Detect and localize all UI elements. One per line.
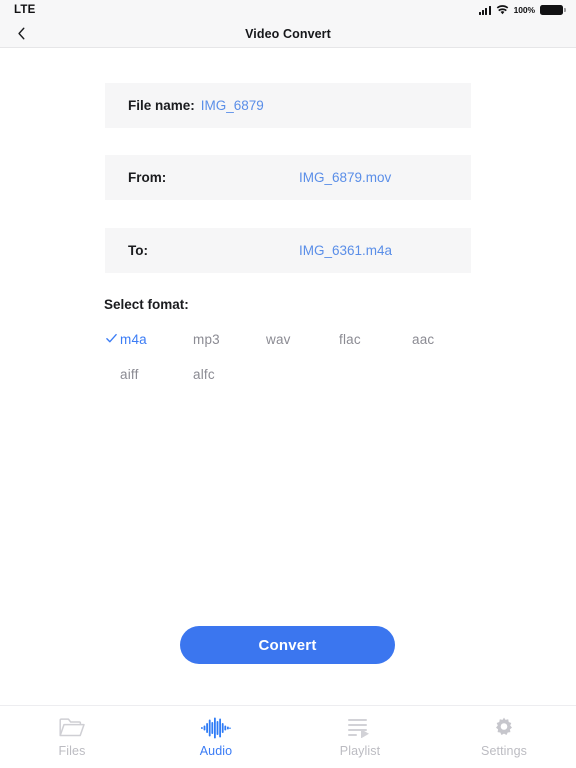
- convert-button[interactable]: Convert: [180, 626, 395, 664]
- folder-icon: [59, 717, 85, 739]
- tab-settings[interactable]: Settings: [432, 706, 576, 768]
- source-file-label: From:: [128, 170, 167, 185]
- format-option-aiff[interactable]: aiff: [120, 367, 193, 382]
- select-format-label: Select fomat:: [104, 297, 189, 312]
- tab-playlist[interactable]: Playlist: [288, 706, 432, 768]
- format-option-alfc[interactable]: alfc: [193, 367, 266, 382]
- page-title: Video Convert: [245, 26, 331, 41]
- format-option-m4a[interactable]: m4a: [106, 332, 193, 347]
- tab-label: Settings: [481, 743, 527, 758]
- status-bar: LTE 100%: [0, 0, 576, 20]
- format-option-label: wav: [266, 332, 291, 347]
- format-option-wav[interactable]: wav: [266, 332, 339, 347]
- format-options-grid: m4a mp3 wav flac aac aiff alfc: [106, 332, 480, 382]
- cellular-signal-icon: [479, 5, 491, 15]
- navigation-bar: Video Convert: [0, 20, 576, 48]
- target-file-value: IMG_6361.m4a: [299, 243, 393, 258]
- format-option-label: mp3: [193, 332, 220, 347]
- tab-label: Files: [58, 743, 86, 758]
- file-name-value: IMG_6879: [200, 98, 264, 113]
- format-option-label: aiff: [120, 367, 139, 382]
- battery-full-icon: [540, 4, 566, 16]
- tab-files[interactable]: Files: [0, 706, 144, 768]
- target-file-row: To: IMG_6361.m4a: [105, 228, 471, 273]
- check-icon: [106, 333, 117, 343]
- format-option-flac[interactable]: flac: [339, 332, 412, 347]
- tab-bar: Files Audio Playlist Settings: [0, 705, 576, 768]
- format-option-mp3[interactable]: mp3: [193, 332, 266, 347]
- source-file-value: IMG_6879.mov: [299, 170, 392, 185]
- format-option-label: aac: [412, 332, 435, 347]
- source-file-row: From: IMG_6879.mov: [105, 155, 471, 200]
- format-option-label: m4a: [120, 332, 147, 347]
- target-file-label: To:: [128, 243, 148, 258]
- format-option-label: alfc: [193, 367, 215, 382]
- tab-audio[interactable]: Audio: [144, 706, 288, 768]
- status-indicators: 100%: [479, 4, 566, 16]
- playlist-icon: [348, 717, 372, 739]
- chevron-left-icon: [17, 27, 24, 40]
- format-option-label: flac: [339, 332, 361, 347]
- format-option-aac[interactable]: aac: [412, 332, 485, 347]
- gear-icon: [493, 717, 515, 739]
- tab-label: Playlist: [339, 743, 381, 758]
- waveform-icon: [201, 717, 231, 739]
- tab-label: Audio: [199, 743, 233, 758]
- main-content: File name: IMG_6879 From: IMG_6879.mov T…: [0, 49, 576, 705]
- wifi-icon: [496, 5, 508, 15]
- battery-percent-label: 100%: [513, 5, 535, 15]
- file-name-label: File name:: [128, 98, 195, 113]
- carrier-label: LTE: [14, 4, 36, 16]
- back-button[interactable]: [8, 22, 34, 46]
- file-name-row: File name: IMG_6879: [105, 83, 471, 128]
